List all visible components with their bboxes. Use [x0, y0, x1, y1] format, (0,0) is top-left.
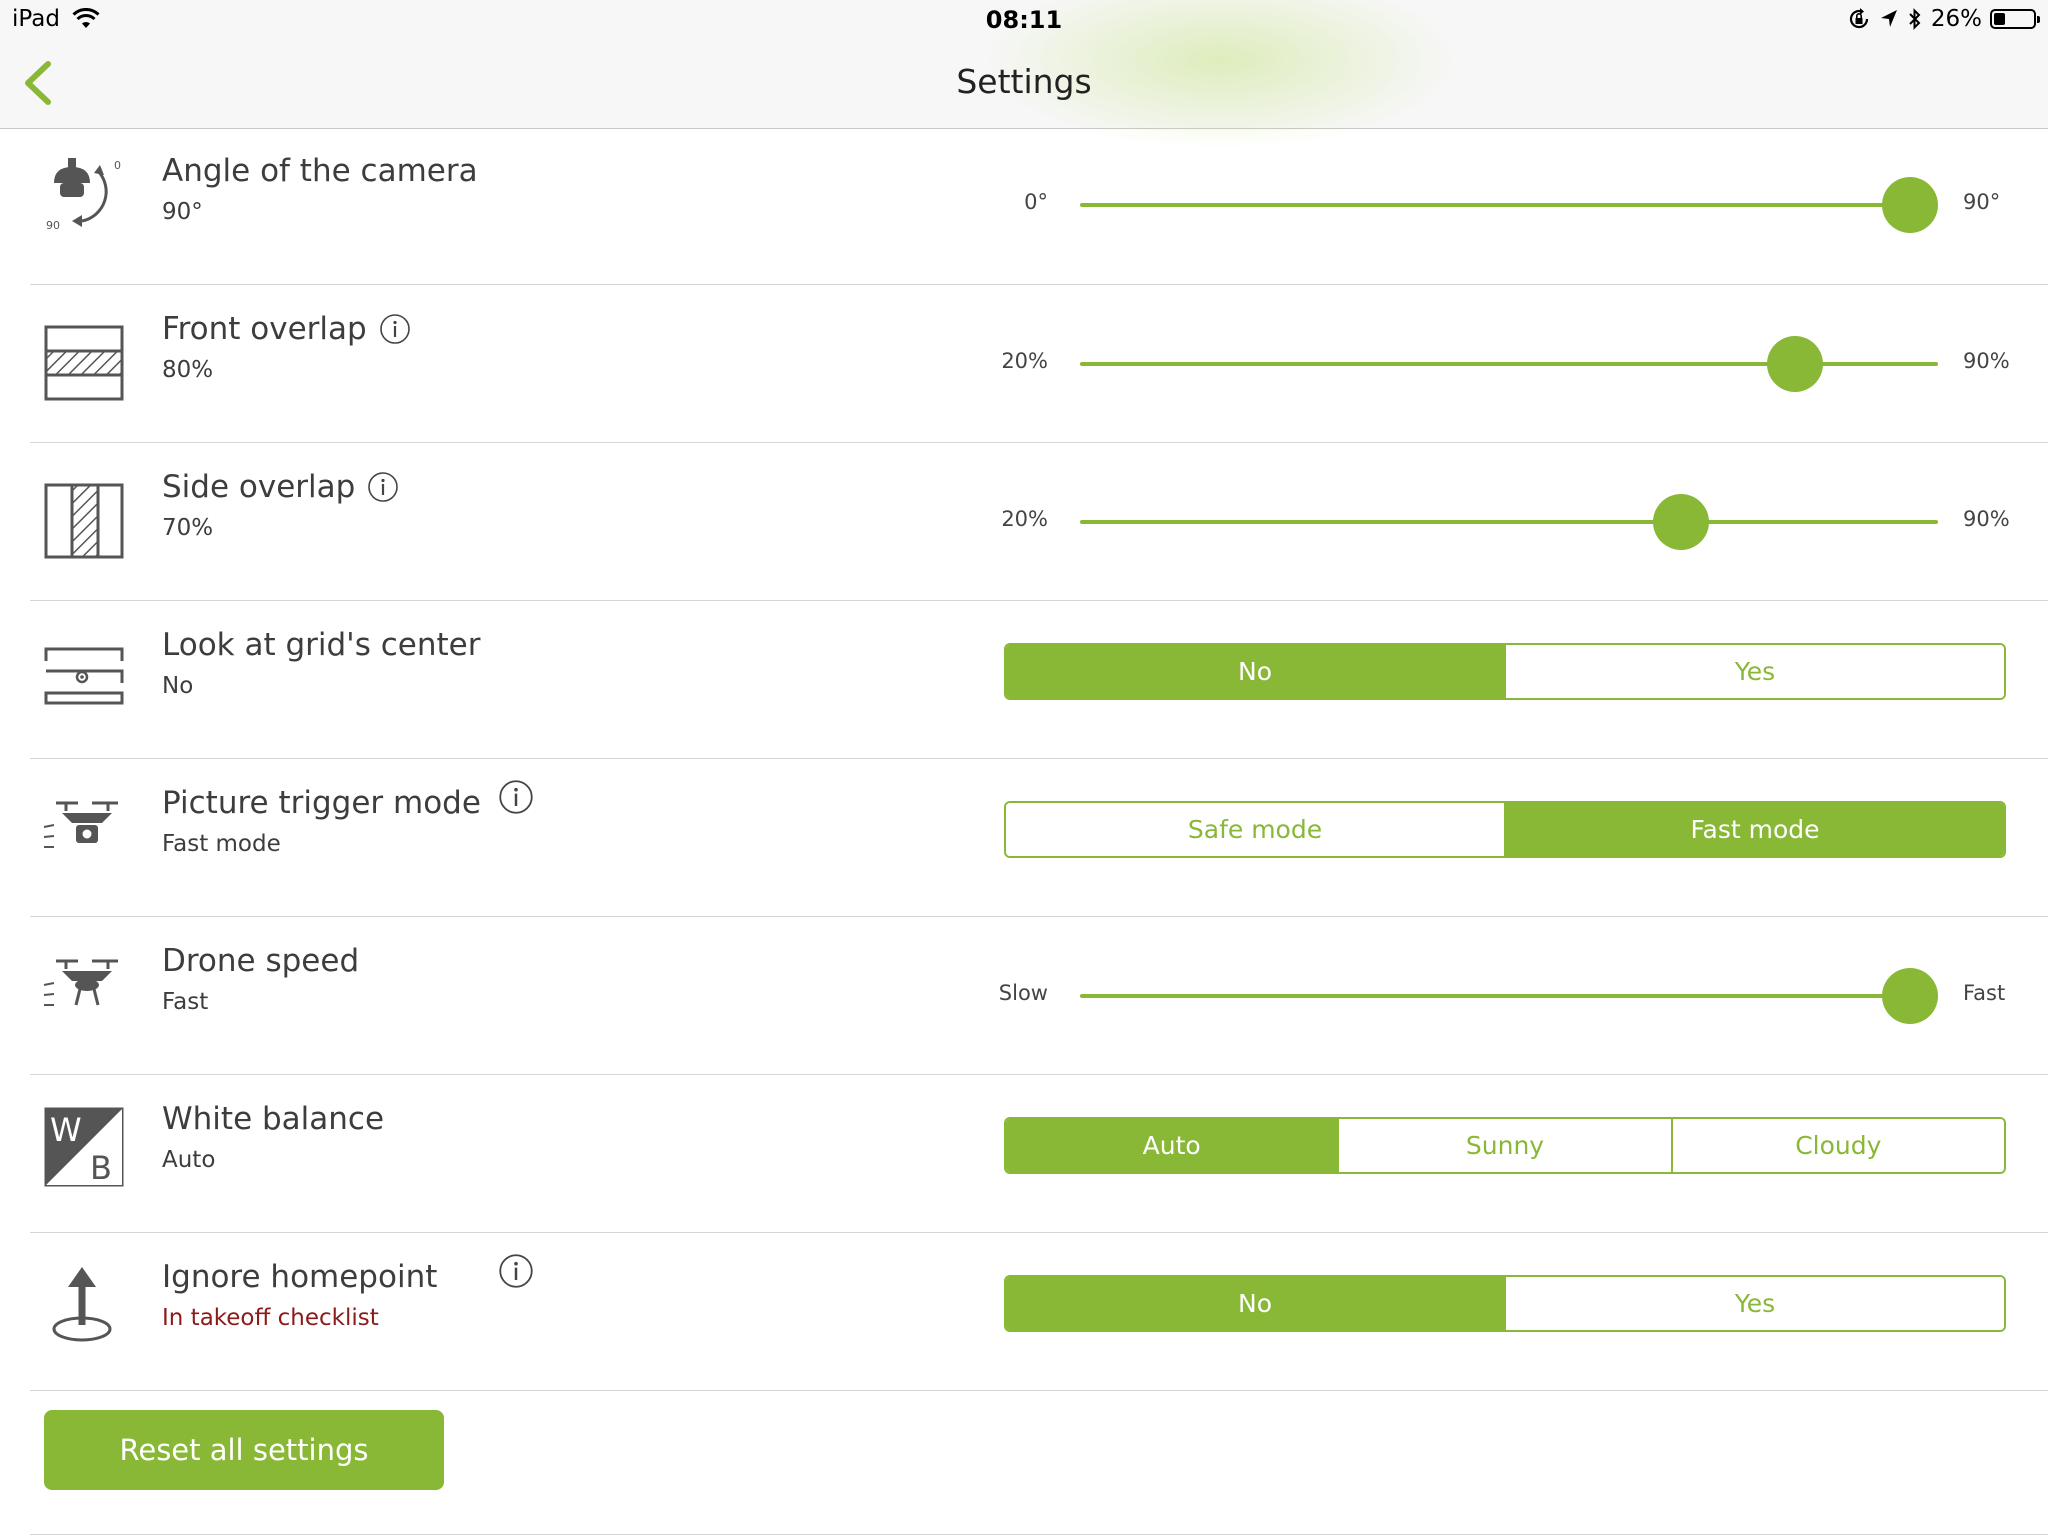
white-balance-selector[interactable]: Auto Sunny Cloudy: [1004, 1117, 2006, 1174]
option-safe-mode[interactable]: Safe mode: [1006, 803, 1504, 856]
slider-max-label: 90%: [1963, 507, 2010, 531]
setting-value: 80%: [162, 357, 214, 383]
slider-min-label: Slow: [998, 981, 1048, 1005]
slider-thumb[interactable]: [1767, 336, 1824, 392]
setting-value: No: [162, 673, 194, 699]
drone-camera-icon: [43, 801, 118, 848]
rotation-lock-icon: [1849, 8, 1868, 29]
slider-min-label: 0°: [1024, 190, 1048, 214]
option-no[interactable]: No: [1006, 645, 1504, 698]
slider-track[interactable]: [1080, 994, 1938, 998]
option-cloudy[interactable]: Cloudy: [1670, 1119, 2004, 1172]
info-icon[interactable]: [498, 1253, 534, 1289]
side-overlap-slider[interactable]: 20% 90%: [980, 491, 2048, 551]
info-icon[interactable]: [379, 313, 411, 345]
setting-title: Side overlap: [162, 469, 356, 505]
slider-min-label: 20%: [1001, 349, 1048, 373]
setting-row-trigger-mode: Picture trigger mode Fast mode Safe mode…: [30, 759, 2048, 917]
setting-row-grid-center: Look at grid's center No No Yes: [30, 601, 2048, 759]
option-yes[interactable]: Yes: [1504, 645, 2004, 698]
setting-title: Look at grid's center: [162, 627, 481, 663]
option-no[interactable]: No: [1006, 1277, 1504, 1330]
status-time: 08:11: [985, 6, 1063, 34]
setting-value-warning: In takeoff checklist: [162, 1305, 379, 1331]
reset-all-settings-button[interactable]: Reset all settings: [44, 1410, 444, 1490]
setting-title: Front overlap: [162, 311, 367, 347]
divider: [30, 1534, 2048, 1535]
setting-title: Picture trigger mode: [162, 785, 481, 821]
ignore-homepoint-toggle[interactable]: No Yes: [1004, 1275, 2006, 1332]
drone-speed-slider[interactable]: Slow Fast: [980, 965, 2048, 1025]
svg-text:90: 90: [46, 219, 60, 232]
option-sunny[interactable]: Sunny: [1337, 1119, 1671, 1172]
slider-track[interactable]: [1080, 520, 1938, 524]
homepoint-icon: [52, 1267, 112, 1342]
camera-angle-slider[interactable]: 0° 90°: [980, 174, 2048, 234]
setting-row-side-overlap: Side overlap 70% 20% 90%: [30, 443, 2048, 601]
option-auto[interactable]: Auto: [1006, 1119, 1338, 1172]
front-overlap-slider[interactable]: 20% 90%: [980, 333, 2048, 393]
setting-row-white-balance: W B White balance Auto Auto Sunny Cloudy: [30, 1075, 2048, 1233]
svg-text:W: W: [50, 1111, 82, 1149]
slider-thumb[interactable]: [1882, 968, 1938, 1024]
setting-row-ignore-homepoint: Ignore homepoint In takeoff checklist No…: [30, 1233, 2048, 1391]
grid-center-toggle[interactable]: No Yes: [1004, 643, 2006, 700]
setting-value: Fast: [162, 989, 209, 1015]
grid-center-icon: [44, 647, 124, 705]
setting-row-camera-angle: 0 90 Angle of the camera 90° 0° 90°: [30, 127, 2048, 285]
trigger-mode-toggle[interactable]: Safe mode Fast mode: [1004, 801, 2006, 858]
drone-speed-icon: [43, 959, 118, 1006]
setting-value: Fast mode: [162, 831, 281, 857]
slider-thumb[interactable]: [1882, 177, 1938, 233]
status-bar: iPad 08:11 26%: [0, 0, 2048, 42]
setting-title: Drone speed: [162, 943, 360, 979]
location-arrow-icon: [1880, 10, 1897, 27]
slider-min-label: 20%: [1001, 507, 1048, 531]
page-title: Settings: [956, 62, 1092, 101]
info-icon[interactable]: [367, 471, 399, 503]
setting-title: White balance: [162, 1101, 385, 1137]
slider-thumb[interactable]: [1652, 494, 1709, 550]
info-icon[interactable]: [498, 779, 534, 815]
slider-track[interactable]: [1080, 203, 1938, 207]
bluetooth-icon: [1909, 8, 1921, 30]
svg-text:0: 0: [114, 159, 121, 172]
battery-percent: 26%: [1930, 6, 1982, 32]
slider-max-label: 90%: [1963, 349, 2010, 373]
option-fast-mode[interactable]: Fast mode: [1504, 803, 2004, 856]
setting-title: Angle of the camera: [162, 153, 478, 189]
setting-value: 90°: [162, 199, 203, 225]
side-overlap-icon: [44, 483, 124, 559]
setting-value: Auto: [162, 1147, 216, 1173]
camera-angle-icon: 0 90: [46, 158, 121, 232]
setting-row-drone-speed: Drone speed Fast Slow Fast: [30, 917, 2048, 1075]
white-balance-icon: W B: [44, 1107, 124, 1187]
slider-max-label: 90°: [1963, 190, 2001, 214]
svg-text:B: B: [90, 1149, 112, 1187]
slider-max-label: Fast: [1963, 981, 2006, 1005]
setting-title: Ignore homepoint: [162, 1259, 438, 1295]
setting-row-front-overlap: Front overlap 80% 20% 90%: [30, 285, 2048, 443]
front-overlap-icon: [44, 325, 124, 401]
setting-value: 70%: [162, 515, 214, 541]
option-yes[interactable]: Yes: [1504, 1277, 2004, 1330]
battery-icon: [1990, 9, 2040, 29]
